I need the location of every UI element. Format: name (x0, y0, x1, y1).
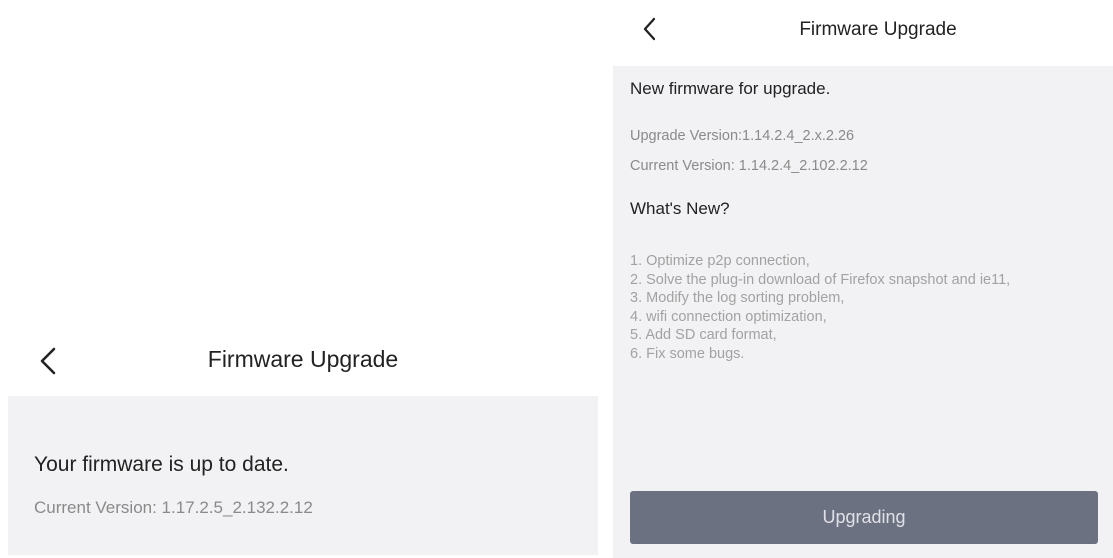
nav-bar: Firmware Upgrade (613, 0, 1113, 66)
new-firmware-heading: New firmware for upgrade. (630, 79, 831, 98)
whats-new-heading: What's New? (630, 199, 730, 218)
current-version-text: Current Version: 1.14.2.4_2.102.2.12 (630, 158, 868, 174)
release-note-item: 1. Optimize p2p connection, (630, 253, 810, 269)
release-note-item: 6. Fix some bugs. (630, 345, 745, 362)
chevron-left-icon (643, 17, 656, 41)
release-note-item: 5. Add SD card format, (630, 327, 777, 343)
nav-bar: Firmware Upgrade (8, 323, 598, 396)
release-note-item: 3. Modify the log sorting problem, (630, 290, 845, 306)
upgrading-button[interactable]: Upgrading (630, 491, 1098, 544)
current-version-text: Current Version: 1.17.2.5_2.132.2.12 (34, 498, 313, 517)
content-area: Your firmware is up to date. Current Ver… (8, 396, 598, 555)
release-note-item: 2. Solve the plug-in download of Firefox… (630, 271, 1011, 288)
content-area: New firmware for upgrade. Upgrade Versio… (613, 66, 1113, 558)
back-button[interactable] (638, 14, 662, 44)
back-button[interactable] (34, 344, 64, 378)
release-note-item: 4. wifi connection optimization, (630, 308, 827, 325)
page-title: Firmware Upgrade (207, 346, 399, 372)
release-notes: 1. Optimize p2p connection, 2. Solve the… (630, 252, 1090, 363)
status-message: Your firmware is up to date. (34, 453, 289, 476)
upgrade-version-text: Upgrade Version:1.14.2.4_2.x.2.26 (630, 128, 855, 144)
firmware-up-to-date-screen: Firmware Upgrade Your firmware is up to … (8, 323, 598, 555)
firmware-upgrade-screen: Firmware Upgrade New firmware for upgrad… (613, 0, 1113, 558)
page-title: Firmware Upgrade (799, 19, 957, 40)
chevron-left-icon (40, 347, 56, 375)
